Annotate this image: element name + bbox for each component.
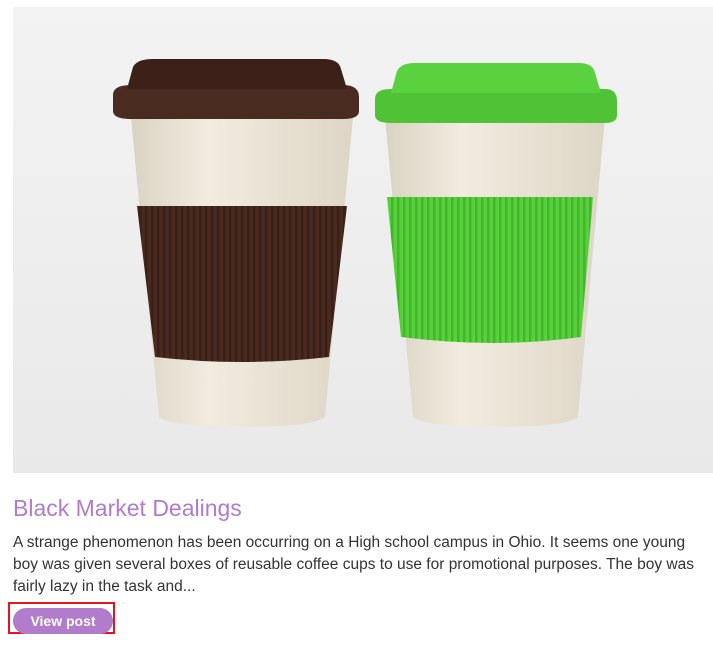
post-title[interactable]: Black Market Dealings: [13, 494, 242, 522]
view-post-button[interactable]: View post: [13, 608, 113, 634]
green-cup-illustration: [375, 63, 617, 427]
blog-post-card: Black Market Dealings A strange phenomen…: [0, 0, 713, 649]
post-summary: A strange phenomenon has been occurring …: [13, 534, 694, 595]
post-image[interactable]: [13, 7, 713, 473]
